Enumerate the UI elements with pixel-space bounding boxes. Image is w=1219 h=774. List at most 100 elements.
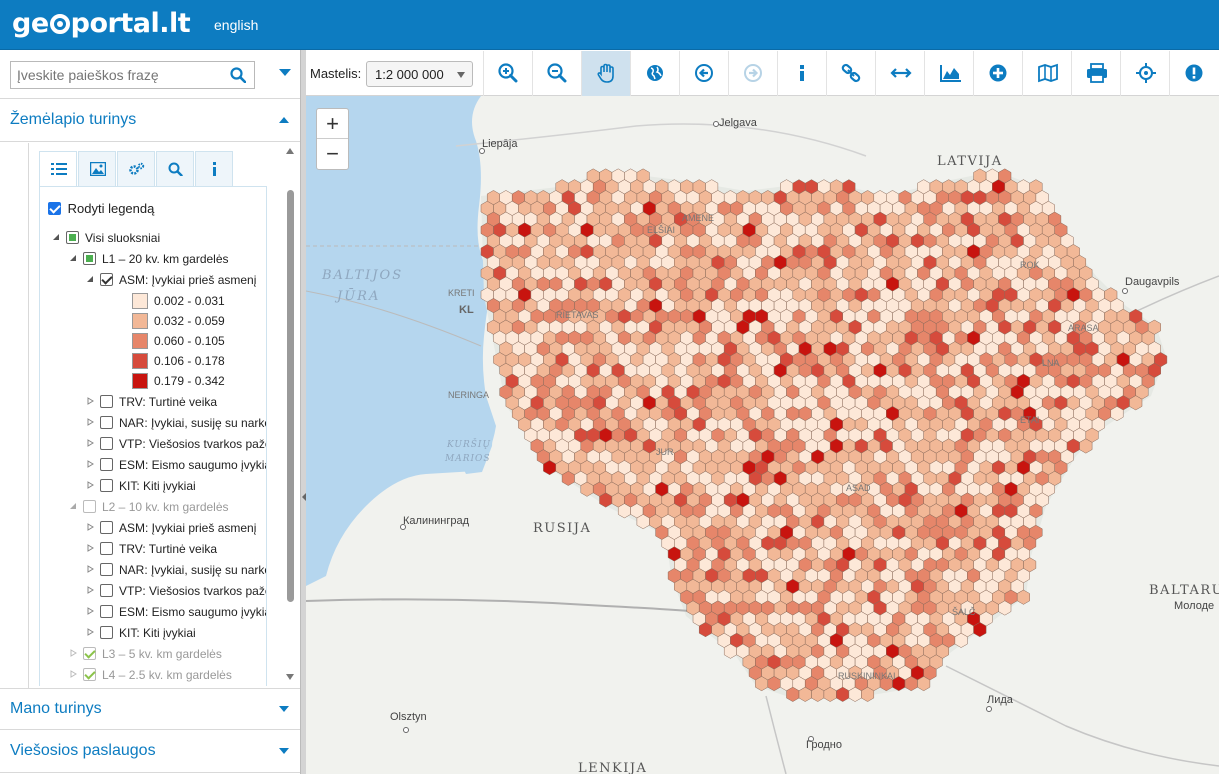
search-input[interactable] xyxy=(11,62,226,88)
back-tool[interactable] xyxy=(679,51,728,96)
layer-panel: Rodyti legendą Visi sluoksniai L1 – 20 k… xyxy=(28,143,300,688)
link-tool[interactable] xyxy=(826,51,875,96)
map-canvas[interactable]: Jelgava Liepāja LATVIJA BALTIJOS JŪRA Da… xyxy=(306,96,1219,774)
tree-label: TRV: Turtinė veika xyxy=(119,542,218,556)
tree-l1-trv[interactable]: TRV: Turtinė veika xyxy=(86,392,266,412)
pan-tool[interactable] xyxy=(581,51,630,96)
zoom-out-tool[interactable] xyxy=(532,51,581,96)
tree-l1-nar[interactable]: NAR: Įvykiai, susiję su narkotikais xyxy=(86,413,266,433)
layer-checkbox[interactable] xyxy=(100,273,113,286)
search-icon[interactable] xyxy=(230,67,246,83)
tree-l1-asm[interactable]: ASM: Įvykiai prieš asmenį xyxy=(86,270,266,290)
label-grodno: Гродно xyxy=(806,739,842,751)
layer-checkbox[interactable] xyxy=(100,605,113,618)
section-map-content[interactable]: Žemėlapio turinys xyxy=(0,100,300,142)
chevron-up-icon[interactable] xyxy=(278,116,290,124)
section-public-services[interactable]: Viešosios paslaugos xyxy=(0,731,300,773)
tree-expand-icon[interactable] xyxy=(86,275,94,283)
profile-tool[interactable] xyxy=(924,51,973,96)
tree-expand-icon[interactable] xyxy=(69,254,77,262)
tree-collapsed-icon[interactable] xyxy=(86,628,94,636)
search-row xyxy=(0,51,300,99)
tree-l2-vtp[interactable]: VTP: Viešosios tvarkos pažeidimai xyxy=(86,581,266,601)
section-my-content[interactable]: Mano turinys xyxy=(0,688,300,730)
tree-collapsed-icon[interactable] xyxy=(69,649,77,657)
label-olsztyn: Olsztyn xyxy=(390,711,427,723)
tree-expand-icon[interactable] xyxy=(52,233,60,241)
legend-range: 0.060 - 0.105 xyxy=(154,334,225,348)
label-daugavpils: Daugavpils xyxy=(1125,276,1180,288)
tab-image[interactable] xyxy=(78,151,116,187)
l2-checkbox[interactable] xyxy=(83,500,96,513)
road-line xyxy=(455,123,867,157)
layer-checkbox[interactable] xyxy=(100,521,113,534)
info-tool[interactable] xyxy=(777,51,826,96)
tab-layers[interactable] xyxy=(39,151,77,187)
geoportal-logo[interactable]: ge portal.lt xyxy=(12,8,191,39)
tree-l2-trv[interactable]: TRV: Turtinė veika xyxy=(86,539,266,559)
l1-checkbox[interactable] xyxy=(83,252,96,265)
tree-l1-esm[interactable]: ESM: Eismo saugumo įvykiai xyxy=(86,455,266,475)
scroll-down-icon[interactable] xyxy=(286,674,294,680)
label-utena: ETAI xyxy=(1020,415,1040,425)
zoom-out-button[interactable]: − xyxy=(317,139,348,169)
tree-l2-kit[interactable]: KIT: Kiti įvykiai xyxy=(86,623,266,643)
tree-collapsed-icon[interactable] xyxy=(86,439,94,447)
l3-checkbox[interactable] xyxy=(83,647,96,660)
add-tool[interactable] xyxy=(973,51,1022,96)
chevron-down-icon[interactable] xyxy=(278,747,290,755)
layer-checkbox[interactable] xyxy=(100,458,113,471)
globe-tool[interactable] xyxy=(630,51,679,96)
tab-settings[interactable] xyxy=(117,151,155,187)
print-tool[interactable] xyxy=(1071,51,1120,96)
forward-tool[interactable] xyxy=(728,51,777,96)
tree-l2-nar[interactable]: NAR: Įvykiai, susiję su narkotikais xyxy=(86,560,266,580)
tree-collapsed-icon[interactable] xyxy=(86,460,94,468)
tab-search[interactable] xyxy=(156,151,194,187)
layer-checkbox[interactable] xyxy=(100,542,113,555)
search-icon xyxy=(168,162,183,176)
tab-info[interactable] xyxy=(195,151,233,187)
road-line xyxy=(945,665,1219,767)
locate-tool[interactable] xyxy=(1120,51,1169,96)
layer-checkbox[interactable] xyxy=(100,437,113,450)
tree-l1-vtp[interactable]: VTP: Viešosios tvarkos pažeidimai xyxy=(86,434,266,454)
tree-label: NAR: Įvykiai, susiję su narkotikais xyxy=(119,416,266,430)
chevron-down-icon[interactable] xyxy=(278,68,292,78)
language-link[interactable]: english xyxy=(214,17,258,33)
layer-checkbox[interactable] xyxy=(100,395,113,408)
scroll-thumb[interactable] xyxy=(287,190,294,602)
zoom-in-button[interactable]: + xyxy=(317,109,348,139)
label-marios: MARIOS xyxy=(445,454,491,464)
tree-l2-asm[interactable]: ASM: Įvykiai prieš asmenį xyxy=(86,518,266,538)
map-tool[interactable] xyxy=(1022,51,1071,96)
tree-l1-kit[interactable]: KIT: Kiti įvykiai xyxy=(86,476,266,496)
alert-tool[interactable] xyxy=(1169,51,1218,96)
tree-collapsed-icon[interactable] xyxy=(86,607,94,615)
tree-collapsed-icon[interactable] xyxy=(86,481,94,489)
tree-collapsed-icon[interactable] xyxy=(86,418,94,426)
scale-select[interactable]: 1:2 000 000 xyxy=(366,61,473,87)
tree-collapsed-icon[interactable] xyxy=(86,523,94,531)
tree-expand-icon[interactable] xyxy=(69,502,77,510)
layer-checkbox[interactable] xyxy=(100,416,113,429)
tree-collapsed-icon[interactable] xyxy=(86,397,94,405)
tree-collapsed-icon[interactable] xyxy=(86,565,94,573)
scroll-up-icon[interactable] xyxy=(286,148,294,154)
measure-tool[interactable] xyxy=(875,51,924,96)
layer-panel-scrollbar[interactable] xyxy=(284,144,296,684)
show-legend-toggle[interactable]: Rodyti legendą xyxy=(48,201,154,216)
tree-collapsed-icon[interactable] xyxy=(69,670,77,678)
all-layers-checkbox[interactable] xyxy=(66,231,79,244)
layer-checkbox[interactable] xyxy=(100,563,113,576)
chevron-down-icon[interactable] xyxy=(278,705,290,713)
show-legend-checkbox[interactable] xyxy=(48,202,61,215)
layer-checkbox[interactable] xyxy=(100,479,113,492)
tree-l2-esm[interactable]: ESM: Eismo saugumo įvykiai xyxy=(86,602,266,622)
l4-checkbox[interactable] xyxy=(83,668,96,681)
tree-collapsed-icon[interactable] xyxy=(86,544,94,552)
zoom-in-tool[interactable] xyxy=(483,51,532,96)
layer-checkbox[interactable] xyxy=(100,626,113,639)
tree-collapsed-icon[interactable] xyxy=(86,586,94,594)
layer-checkbox[interactable] xyxy=(100,584,113,597)
